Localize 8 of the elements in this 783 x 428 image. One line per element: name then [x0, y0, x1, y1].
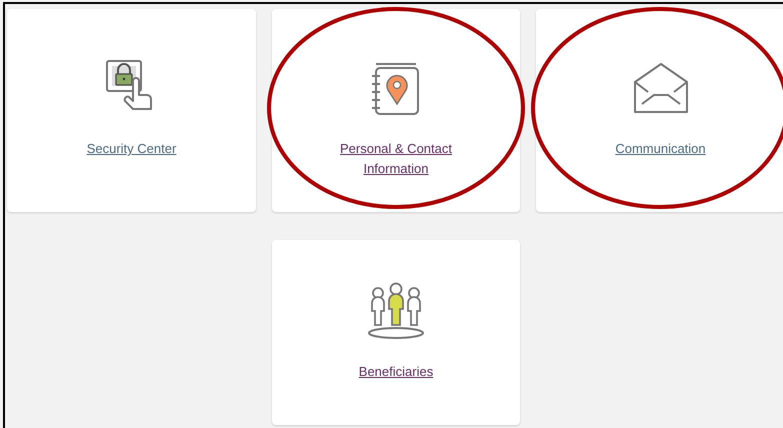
group-people-icon [366, 281, 426, 341]
card-link[interactable]: Personal & Contact Information [326, 139, 466, 179]
open-envelope-icon [632, 62, 690, 114]
card-link[interactable]: Beneficiaries [326, 362, 466, 382]
menu-card[interactable]: Beneficiaries [272, 240, 520, 425]
menu-card[interactable]: Security Center [7, 9, 256, 212]
card-link[interactable]: Communication [590, 139, 730, 159]
card-link[interactable]: Security Center [62, 139, 202, 159]
